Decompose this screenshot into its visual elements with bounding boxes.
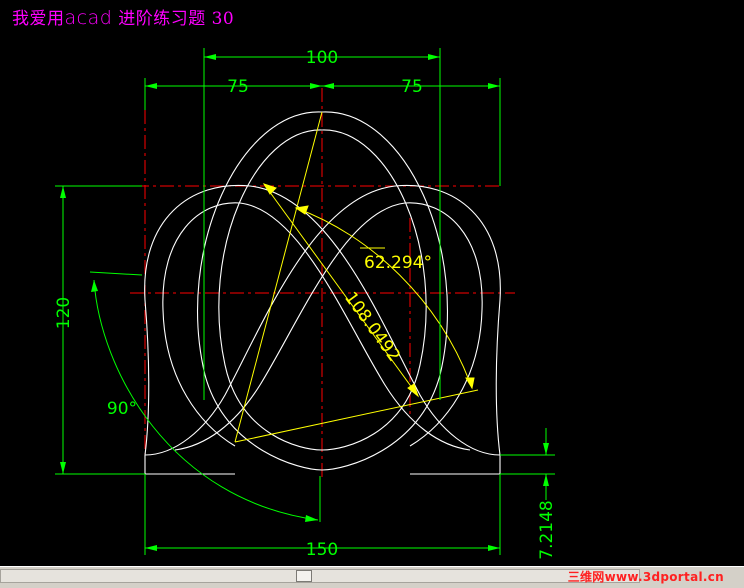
title-suffix: 进阶练习题 30 xyxy=(112,9,235,29)
drawing-svg[interactable]: 100 75 75 150 120 90° 7.2148 62.294° 108… xyxy=(0,0,744,566)
construction-line-2 xyxy=(234,389,479,443)
arrow-150-left xyxy=(145,545,157,551)
arrow-120-top xyxy=(60,186,66,198)
dim-text-108-0492: 108.0492 xyxy=(340,288,404,365)
construction-line-1 xyxy=(234,111,323,443)
arrow-150-right xyxy=(488,545,500,551)
arrow-7-top xyxy=(543,443,549,455)
arrow-75-mid-right xyxy=(322,83,334,89)
arrow-100-left xyxy=(204,54,216,60)
arrow-90-start xyxy=(91,280,98,292)
arrow-7-bottom xyxy=(543,474,549,486)
right-loop-inner xyxy=(174,202,483,451)
arrow-100-right xyxy=(428,54,440,60)
dim-text-75-right: 75 xyxy=(401,77,423,97)
scrollbar-thumb[interactable] xyxy=(296,570,312,582)
title-prefix: 我爱用 xyxy=(12,9,65,29)
dim-text-75-left: 75 xyxy=(227,77,249,97)
cad-drawing-canvas[interactable]: 100 75 75 150 120 90° 7.2148 62.294° 108… xyxy=(0,0,744,566)
drawing-title: 我爱用acad 进阶练习题 30 xyxy=(12,4,234,29)
dim-text-100: 100 xyxy=(306,48,338,68)
arrow-75-mid-left xyxy=(310,83,322,89)
arrow-75-left xyxy=(145,83,157,89)
title-app: acad xyxy=(64,7,113,29)
construction-lines xyxy=(234,111,479,443)
arrow-120-bottom xyxy=(60,462,66,474)
arrow-75-right xyxy=(488,83,500,89)
left-loop-inner xyxy=(162,202,471,451)
dim-text-7-2148: 7.2148 xyxy=(537,500,557,559)
dim-text-120: 120 xyxy=(54,297,74,329)
arrow-90-end xyxy=(305,515,318,522)
dim-text-90: 90° xyxy=(107,399,137,419)
ext-line-90-upper xyxy=(89,271,143,276)
arrowhead-angle-end xyxy=(465,377,475,390)
construction-texts: 62.294° 108.0492 xyxy=(340,253,432,366)
watermark: 三维网www.3dportal.cn xyxy=(567,570,724,584)
radius-line xyxy=(263,183,419,397)
scrollbar-track[interactable] xyxy=(0,569,640,583)
dim-text-150: 150 xyxy=(306,540,338,560)
dimension-lines xyxy=(55,48,555,555)
dim-text-62-294: 62.294° xyxy=(364,253,432,273)
dimension-arrowheads xyxy=(60,54,549,551)
